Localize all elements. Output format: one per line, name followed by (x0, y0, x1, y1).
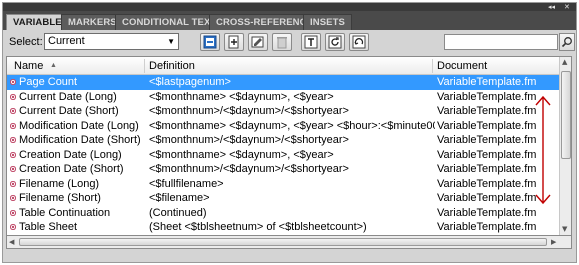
horizontal-scrollbar[interactable]: ◀ ▶ (6, 236, 572, 249)
table-row[interactable]: Filename (Long) <$fullfilename> Variable… (7, 177, 559, 192)
sort-ascending-icon: ▲ (50, 62, 57, 69)
variable-icon (10, 166, 16, 172)
cell-name: Current Date (Short) (19, 105, 119, 117)
select-dropdown[interactable]: Current ▼ (44, 33, 179, 50)
cell-definition: <$fullfilename> (149, 177, 224, 190)
panel-toolbar: Select: Current ▼ (3, 30, 576, 54)
select-value: Current (48, 35, 85, 47)
column-header-document[interactable]: Document (437, 60, 487, 72)
variable-icon (10, 108, 16, 114)
variable-icon (10, 122, 16, 129)
cell-name: Page Count (19, 76, 78, 88)
delete-variable-icon (277, 37, 287, 49)
cell-definition: <$lastpagenum> (149, 76, 231, 88)
close-panel-icon[interactable]: ✕ (564, 3, 570, 11)
table-row[interactable]: Table Continuation (Continued) VariableT… (7, 206, 559, 221)
convert-to-text-button[interactable] (301, 33, 321, 51)
cell-name: Current Date (Long) (19, 90, 117, 103)
table-row[interactable]: Current Date (Short) <$monthnum>/<$daynu… (7, 104, 559, 119)
column-divider[interactable] (432, 59, 433, 73)
variable-icon (10, 224, 16, 230)
edit-variable-button[interactable] (248, 33, 268, 51)
scroll-up-icon[interactable]: ▲ (562, 58, 567, 66)
cell-document: VariableTemplate.fm (437, 206, 537, 219)
cell-definition: <$monthname> <$daynum>, <$year> (149, 90, 334, 103)
cell-name: Filename (Short) (19, 192, 101, 204)
cell-definition: (Continued) (149, 206, 207, 219)
refresh-icon (352, 35, 366, 49)
variable-icon (10, 79, 16, 85)
new-variable-icon (228, 35, 239, 49)
vertical-scroll-thumb[interactable] (561, 71, 571, 159)
column-header-name[interactable]: Name (14, 60, 43, 72)
tab-conditional-text[interactable]: CONDITIONAL TEXT (115, 14, 224, 30)
refresh-button[interactable] (349, 33, 369, 51)
double-arrow-annotation (535, 95, 551, 205)
table-row[interactable]: Table Sheet (Sheet <$tblsheetnum> of <$t… (7, 220, 559, 235)
cell-name: Table Sheet (19, 221, 78, 233)
column-divider[interactable] (144, 59, 145, 73)
cell-name: Table Continuation (19, 206, 111, 219)
variable-icon (10, 180, 16, 187)
horizontal-scroll-thumb[interactable] (19, 238, 547, 246)
cell-name: Creation Date (Long) (19, 148, 122, 161)
select-label: Select: (9, 36, 43, 48)
table-header: Name ▲ Definition Document (7, 57, 559, 75)
variable-icon (10, 93, 16, 100)
cell-name: Filename (Long) (19, 177, 100, 190)
scroll-down-icon[interactable]: ▼ (562, 225, 567, 233)
cell-definition: <$monthname> <$daynum>, <$year> (149, 148, 334, 161)
variable-icon (10, 151, 16, 158)
insert-variable-icon (203, 35, 217, 49)
cell-name: Modification Date (Short) (19, 134, 141, 146)
delete-variable-button[interactable] (272, 33, 292, 51)
variable-icon (10, 209, 16, 216)
search-button[interactable] (559, 33, 575, 51)
edit-variable-icon (251, 36, 264, 48)
new-variable-button[interactable] (224, 33, 244, 51)
cell-definition: <$monthnum>/<$daynum>/<$shortyear> (149, 105, 349, 117)
table-row[interactable]: Current Date (Long) <$monthname> <$daynu… (7, 90, 559, 105)
tab-insets[interactable]: INSETS (303, 14, 352, 30)
table-row[interactable]: Filename (Short) <$filename> VariableTem… (7, 191, 559, 206)
scroll-right-icon[interactable]: ▶ (551, 238, 556, 246)
table-row[interactable]: Creation Date (Long) <$monthname> <$dayn… (7, 148, 559, 163)
variables-panel: ◂◂ ✕ VARIABLES MARKERS CONDITIONAL TEXT … (2, 2, 577, 263)
cell-definition: <$monthnum>/<$daynum>/<$shortyear> (149, 163, 349, 175)
panel-titlebar: ◂◂ ✕ (3, 3, 576, 11)
cell-name: Creation Date (Short) (19, 163, 124, 175)
search-icon (561, 37, 572, 48)
column-header-definition[interactable]: Definition (149, 60, 195, 72)
panel-tab-bar: VARIABLES MARKERS CONDITIONAL TEXT CROSS… (3, 11, 576, 31)
table-body: Page Count <$lastpagenum> VariableTempla… (7, 75, 559, 235)
collapse-panel-icon[interactable]: ◂◂ (548, 3, 555, 11)
cell-definition: <$filename> (149, 192, 210, 204)
variable-icon (10, 137, 16, 143)
cell-definition: <$monthname> <$daynum>, <$year> <$hour>:… (149, 119, 435, 132)
chevron-down-icon: ▼ (167, 37, 175, 46)
table-row[interactable]: Creation Date (Short) <$monthnum>/<$dayn… (7, 162, 559, 177)
variables-table: Name ▲ Definition Document Page Count <$… (6, 56, 572, 236)
convert-icon (304, 35, 318, 49)
search-input[interactable] (444, 34, 558, 50)
cell-name: Modification Date (Long) (19, 119, 139, 132)
cell-definition: <$monthnum>/<$daynum>/<$shortyear> (149, 134, 349, 146)
cell-definition: (Sheet <$tblsheetnum> of <$tblsheetcount… (149, 221, 367, 233)
update-variables-button[interactable] (325, 33, 345, 51)
cell-document: VariableTemplate.fm (437, 76, 537, 88)
vertical-scrollbar[interactable]: ▲ ▼ (559, 57, 571, 235)
cell-document: VariableTemplate.fm (437, 221, 537, 233)
scroll-left-icon[interactable]: ◀ (9, 238, 14, 246)
update-icon (328, 35, 342, 49)
table-row[interactable]: Page Count <$lastpagenum> VariableTempla… (7, 75, 559, 90)
table-row[interactable]: Modification Date (Short) <$monthnum>/<$… (7, 133, 559, 148)
insert-variable-button[interactable] (200, 33, 220, 51)
table-row[interactable]: Modification Date (Long) <$monthname> <$… (7, 119, 559, 134)
variable-icon (10, 195, 16, 201)
